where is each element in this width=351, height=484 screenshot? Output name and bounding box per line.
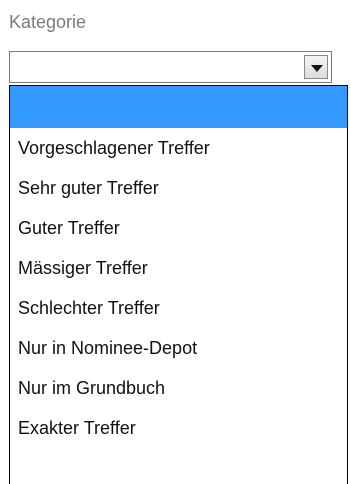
option-sehr-guter-treffer[interactable]: Sehr guter Treffer (10, 168, 347, 208)
category-options-list: Vorgeschlagener Treffer Sehr guter Treff… (9, 85, 348, 484)
chevron-down-icon (311, 65, 323, 72)
option-guter-treffer[interactable]: Guter Treffer (10, 208, 347, 248)
option-exakter-treffer[interactable]: Exakter Treffer (10, 408, 347, 448)
option-vorgeschlagener-treffer[interactable]: Vorgeschlagener Treffer (10, 128, 347, 168)
dropdown-button[interactable] (304, 55, 328, 79)
option-nur-in-nominee-depot[interactable]: Nur in Nominee-Depot (10, 328, 347, 368)
option-nur-im-grundbuch[interactable]: Nur im Grundbuch (10, 368, 347, 408)
option-schlechter-treffer[interactable]: Schlechter Treffer (10, 288, 347, 328)
category-dropdown-widget: Kategorie Vorgeschlagener Treffer Sehr g… (0, 0, 351, 484)
option-maessiger-treffer[interactable]: Mässiger Treffer (10, 248, 347, 288)
option-empty[interactable] (10, 86, 347, 128)
category-label: Kategorie (9, 12, 87, 32)
category-select[interactable] (9, 51, 332, 83)
